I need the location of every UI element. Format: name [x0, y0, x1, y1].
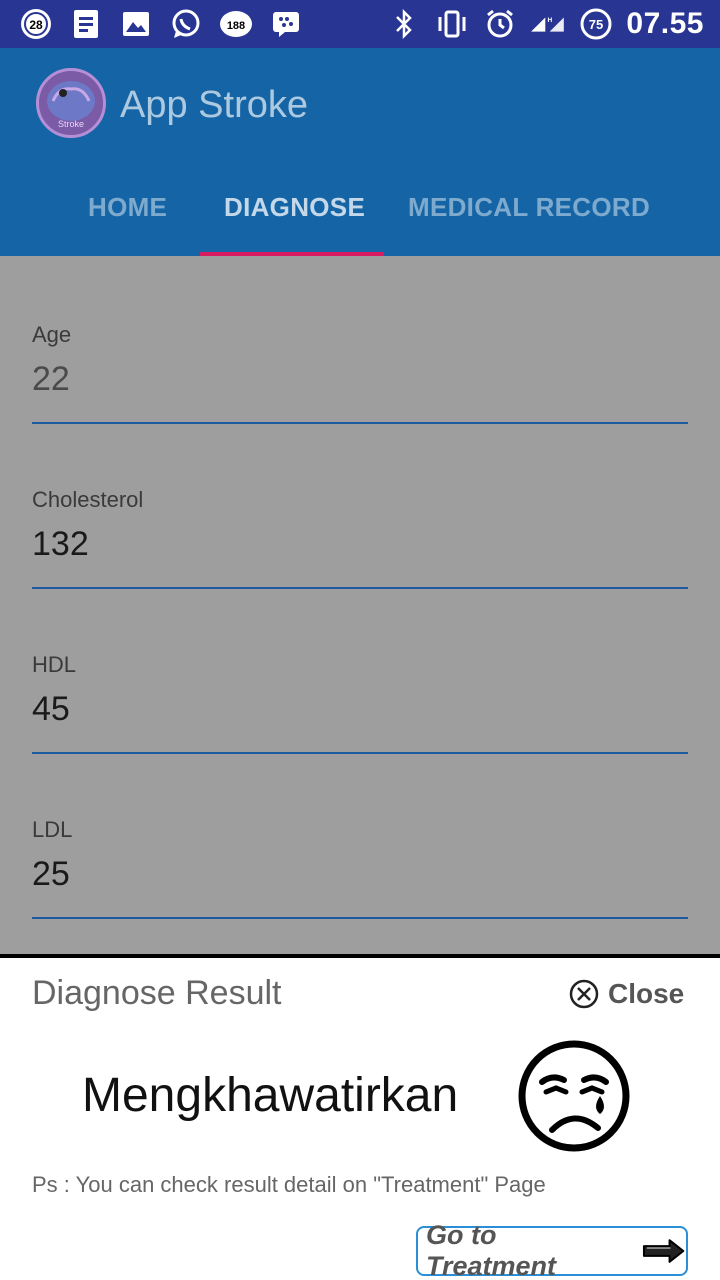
go-to-treatment-label: Go to Treatment: [426, 1220, 557, 1280]
tab-home[interactable]: HOME: [88, 192, 167, 223]
vibrate-icon: [434, 6, 470, 42]
logo-text: Stroke: [58, 119, 84, 129]
bbm-icon: [268, 6, 304, 42]
chat-badge-icon: 28: [18, 6, 54, 42]
ldl-input[interactable]: 25: [32, 855, 70, 894]
image-icon: [118, 6, 154, 42]
close-button[interactable]: Close: [568, 974, 684, 1014]
arrow-right-icon: [642, 1239, 685, 1263]
crying-face-icon: [516, 1038, 632, 1154]
result-value: Mengkhawatirkan: [82, 1069, 459, 1122]
bluetooth-icon: [386, 6, 422, 42]
system-icons: H 75 07.55: [386, 6, 704, 42]
alarm-icon: [482, 6, 518, 42]
close-icon: [569, 979, 599, 1009]
network-type-label: H: [548, 17, 553, 24]
notification-icons: 28 188: [18, 6, 304, 42]
tab-bar: HOME DIAGNOSE MEDICAL RECORD: [0, 168, 720, 256]
badge-188-icon: 188: [218, 6, 254, 42]
signal-icon: H: [530, 6, 566, 42]
app-title: App Stroke: [120, 84, 308, 126]
result-title: Diagnose Result: [32, 974, 282, 1012]
ldl-field[interactable]: LDL 25: [32, 817, 688, 927]
close-label: Close: [608, 978, 685, 1009]
whatsapp-icon: [168, 6, 204, 42]
battery-level: 75: [589, 17, 603, 32]
badge-count-2: 188: [227, 20, 245, 32]
battery-icon: 75: [578, 6, 614, 42]
age-underline: [32, 422, 688, 424]
status-bar: 28 188 H 75 07.55: [0, 0, 720, 48]
go-to-treatment-button[interactable]: Go to Treatment: [416, 1220, 688, 1280]
app-bar: Stroke App Stroke HOME DIAGNOSE MEDICAL …: [0, 48, 720, 256]
app-logo: Stroke: [36, 68, 106, 138]
document-icon: [68, 6, 104, 42]
tab-medical-record[interactable]: MEDICAL RECORD: [408, 192, 650, 223]
result-note: Ps : You can check result detail on "Tre…: [32, 1172, 546, 1197]
badge-count-1: 28: [29, 18, 43, 32]
cholesterol-field[interactable]: Cholesterol 132: [32, 487, 688, 597]
clock: 07.55: [626, 7, 704, 40]
hdl-input[interactable]: 45: [32, 690, 70, 729]
age-label: Age: [32, 322, 72, 347]
hdl-field[interactable]: HDL 45: [32, 652, 688, 762]
age-input[interactable]: 22: [32, 360, 70, 399]
diagnose-result-sheet: Diagnose Result Close Mengkhawatirkan Ps…: [0, 954, 720, 1280]
hdl-label: HDL: [32, 652, 77, 677]
cholesterol-input[interactable]: 132: [32, 525, 89, 564]
cholesterol-underline: [32, 587, 688, 589]
ldl-label: LDL: [32, 817, 73, 842]
hdl-underline: [32, 752, 688, 754]
cholesterol-label: Cholesterol: [32, 487, 144, 512]
age-field[interactable]: Age 22: [32, 322, 688, 432]
diagnose-form: Age 22 Cholesterol 132 HDL 45 LDL 25: [0, 256, 720, 954]
ldl-underline: [32, 917, 688, 919]
tab-diagnose[interactable]: DIAGNOSE: [224, 192, 365, 223]
